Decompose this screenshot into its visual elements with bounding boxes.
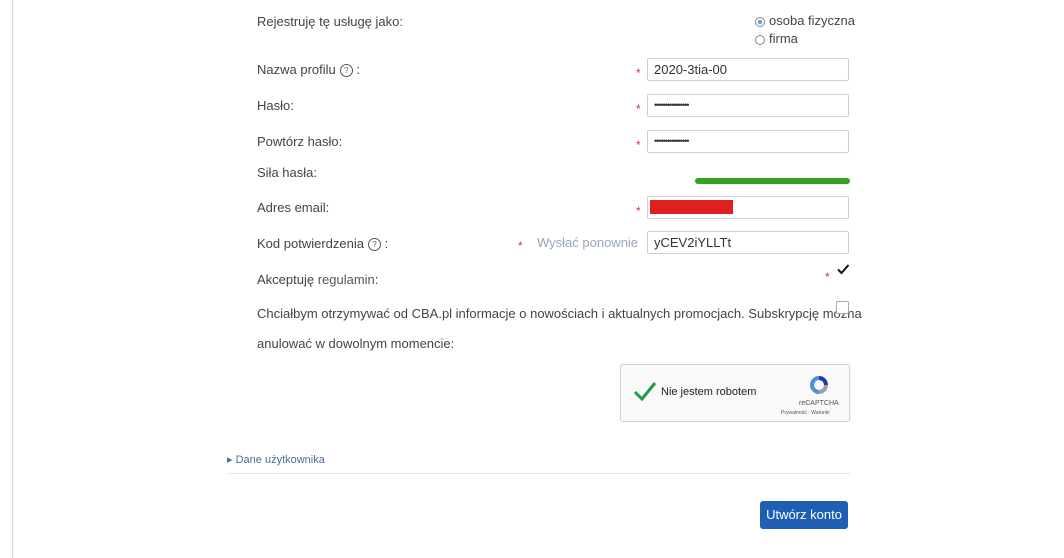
profile-name-label: Nazwa profilu? : [257,62,361,78]
terms-checkbox[interactable] [836,262,850,276]
repeat-password-label: Powtórz hasło: [257,134,343,149]
newsletter-checkbox[interactable] [836,301,849,314]
radio-checked-icon [755,16,765,27]
radio-osoba-fizyczna-label: osoba fizyczna [769,13,855,28]
recaptcha-brand: reCAPTCHA [799,400,839,407]
password-strength-bar [695,178,850,184]
password-label: Hasło: [257,98,294,113]
registration-page: Rejestruję tę usługę jako: osoba fizyczn… [0,0,1064,558]
terms-suffix: : [374,272,379,287]
user-data-label: Dane użytkownika [235,454,325,466]
password-strength-label: Siła hasła: [257,165,317,180]
recaptcha-label: Nie jestem robotem [661,386,757,398]
radio-firma[interactable]: firma [755,31,798,47]
register-as-label: Rejestruję tę usługę jako: [257,14,403,29]
required-mark: * [518,239,523,253]
section-divider [227,473,850,474]
terms-prefix: Akceptuję [257,272,318,287]
help-icon[interactable]: ? [367,238,381,252]
checkmark-icon [837,264,850,275]
confirmation-code-input[interactable]: yCEV2iYLLTt [647,231,849,254]
expand-arrow-icon: ▸ [227,454,233,466]
required-mark: * [636,102,641,116]
required-mark: * [636,138,641,152]
newsletter-text-line1: Chciałbym otrzymywać od CBA.pl informacj… [257,306,862,321]
confirmation-code-label: Kod potwierdzenia? : [257,236,389,252]
terms-link[interactable]: regulamin [318,272,375,287]
recaptcha-links[interactable]: Prywatność - Warunki [781,410,829,416]
profile-name-input[interactable]: 2020-3tia-00 [647,58,849,81]
password-input[interactable]: •••••••••••••••• [647,94,849,117]
email-label: Adres email: [257,200,330,215]
profile-name-label-text: Nazwa profilu [257,62,336,77]
radio-firma-label: firma [769,31,798,46]
help-icon[interactable]: ? [339,64,353,78]
email-redaction [650,200,733,214]
required-mark: * [636,66,641,80]
user-data-toggle[interactable]: ▸ Dane użytkownika [227,453,325,466]
recaptcha-check-icon [633,382,657,402]
create-account-button[interactable]: Utwórz konto [760,501,848,529]
confirmation-code-label-text: Kod potwierdzenia [257,236,364,251]
profile-name-colon: : [356,62,361,77]
repeat-password-input[interactable]: •••••••••••••••• [647,130,849,153]
newsletter-text-line2: anulować w dowolnym momencie: [257,336,455,351]
resend-code-link[interactable]: Wysłać ponownie [537,235,638,250]
email-input[interactable] [647,196,849,219]
required-mark: * [825,270,830,284]
terms-label: Akceptuję regulamin: [257,272,378,287]
required-mark: * [636,204,641,218]
page-left-border [12,0,13,558]
radio-unchecked-icon [755,34,765,45]
confirmation-code-colon: : [384,236,389,251]
recaptcha-logo-icon [810,376,828,394]
radio-osoba-fizyczna[interactable]: osoba fizyczna [755,13,855,29]
recaptcha-widget[interactable]: Nie jestem robotem reCAPTCHA Prywatność … [620,364,850,422]
